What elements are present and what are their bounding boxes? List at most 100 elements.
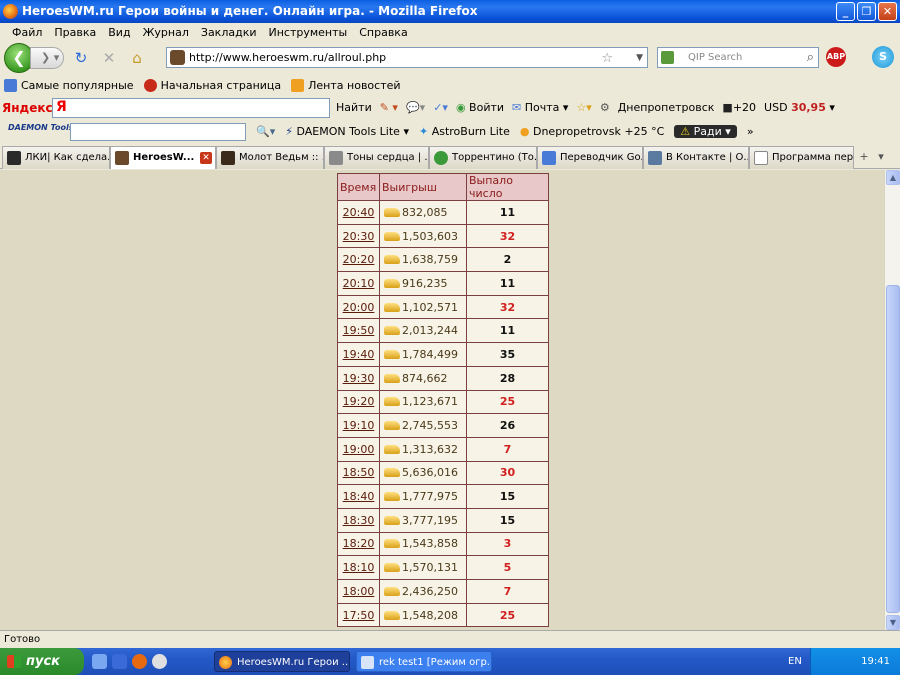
forward-button[interactable]: ❯ ▾ [30,46,64,69]
yandex-mail[interactable]: ✉ Почта ▾ [512,101,568,114]
yandex-city[interactable]: Днепропетровск [618,101,715,114]
number-cell: 5 [466,555,549,580]
number-cell: 32 [466,294,549,320]
tab-translate[interactable]: Переводчик Go... [537,146,643,169]
scroll-down-arrow[interactable]: ▼ [886,615,900,630]
time-link[interactable]: 20:00 [343,301,375,314]
time-link[interactable]: 19:00 [343,443,375,456]
maximize-button[interactable]: ❐ [857,2,876,21]
bookmark-most-visited[interactable]: Самые популярные [4,78,134,92]
url-dropdown-icon[interactable]: ▼ [636,49,643,68]
time-link[interactable]: 20:10 [343,277,375,290]
daemon-search-input[interactable] [70,123,246,141]
bookmark-star-icon[interactable]: ☆ [601,49,613,68]
daemon-weather[interactable]: ● Dnepropetrovsk +25 °C [520,125,664,138]
tab-program[interactable]: Программа пер... [749,146,854,169]
time-link[interactable]: 18:00 [343,585,375,598]
search-icon[interactable]: ⌕ [807,48,814,67]
vertical-scrollbar[interactable]: ▲ ▼ [884,170,900,630]
yandex-search-button[interactable]: Найти [336,101,372,114]
scroll-thumb[interactable] [886,285,900,613]
menu-edit[interactable]: Правка [48,26,102,39]
win-cell: 1,777,975 [379,484,467,509]
yandex-logo[interactable]: Яндекс [2,101,53,115]
tab-lki[interactable]: ЛКИ| Как сдела... [2,146,110,169]
tab-favicon [542,151,556,165]
time-link[interactable]: 19:10 [343,419,375,432]
win-value: 1,777,975 [402,490,458,504]
bookmark-news-feed[interactable]: Лента новостей [291,78,401,92]
time-link[interactable]: 19:30 [343,372,375,385]
reload-icon[interactable]: ↻ [70,47,92,69]
menu-history[interactable]: Журнал [137,26,195,39]
quicklaunch-icon[interactable] [112,654,127,669]
tab-label: HeroesW... [133,152,195,163]
yandex-chat-icon[interactable]: 💬▾ [406,101,425,114]
firefox-quicklaunch-icon[interactable] [132,654,147,669]
close-tab-icon[interactable]: ✕ [200,152,212,164]
daemon-search-icon[interactable]: 🔍▾ [256,125,275,138]
win-value: 2,436,250 [402,584,458,598]
tab-label: В Контакте | О... [666,152,749,163]
bookmark-start-page[interactable]: Начальная страница [143,78,281,92]
yandex-settings-icon[interactable]: ⚙ [600,101,610,114]
scroll-up-arrow[interactable]: ▲ [886,170,900,185]
close-button[interactable]: ✕ [878,2,897,21]
time-link[interactable]: 18:10 [343,561,375,574]
taskbar-word[interactable]: rek test1 [Режим огр... [356,651,492,672]
time-link[interactable]: 18:20 [343,537,375,550]
tab-vkontakte[interactable]: В Контакте | О... [643,146,749,169]
time-link[interactable]: 20:40 [343,206,375,219]
time-link[interactable]: 18:50 [343,466,375,479]
tab-label: Переводчик Go... [560,152,643,163]
skype-icon[interactable]: S [872,46,894,68]
menu-file[interactable]: Файл [6,26,48,39]
yandex-bookmark-icon[interactable]: ☆▾ [576,101,591,114]
address-bar[interactable]: http://www.heroeswm.ru/allroul.php ☆ ▼ [166,47,648,68]
time-link[interactable]: 18:40 [343,490,375,503]
time-link[interactable]: 19:50 [343,324,375,337]
language-indicator[interactable]: EN [788,648,802,675]
stop-icon[interactable]: ✕ [98,47,120,69]
yandex-currency[interactable]: USD 30,95 ▾ [764,101,835,114]
tab-heroeswm[interactable]: HeroesW... ✕ [110,146,216,169]
home-icon[interactable]: ⌂ [126,47,148,69]
menu-help[interactable]: Справка [353,26,413,39]
quicklaunch-icon[interactable] [92,654,107,669]
menu-bookmarks[interactable]: Закладки [195,26,263,39]
search-engine-icon[interactable] [661,51,674,64]
start-button[interactable]: пуск [0,648,84,675]
more-chevron-icon[interactable]: » [747,125,754,138]
time-link[interactable]: 20:30 [343,230,375,243]
tab-list-icon[interactable]: ▾ [874,145,888,168]
taskbar-firefox[interactable]: HeroesWM.ru Герои ... [214,651,350,672]
win-cell: 1,638,759 [379,247,467,273]
daemon-lite[interactable]: ⚡ DAEMON Tools Lite ▾ [285,125,409,138]
astroburn[interactable]: ✦ AstroBurn Lite [419,125,510,138]
quicklaunch-icon[interactable] [152,654,167,669]
new-tab-icon[interactable]: + [854,145,874,168]
radio-widget[interactable]: ⚠ Ради ▾ [674,125,737,138]
win-cell: 3,777,195 [379,507,467,533]
yandex-tools-icon[interactable]: ✎ ▾ [380,101,398,114]
yandex-login[interactable]: ◉ Войти [456,101,504,114]
tab-torrentino[interactable]: Торрентино (То... [429,146,537,169]
gold-icon [384,539,400,549]
time-link[interactable]: 19:40 [343,348,375,361]
minimize-button[interactable]: _ [836,2,855,21]
menu-tools[interactable]: Инструменты [263,26,354,39]
daemon-logo[interactable]: DAEMON Tools [8,123,73,132]
yandex-search-input[interactable]: Я [52,98,330,118]
time-link[interactable]: 20:20 [343,253,375,266]
tab-molot[interactable]: Молот Ведьм :: ... [216,146,324,169]
time-link[interactable]: 18:30 [343,514,375,527]
search-input[interactable]: QIP Search ⌕ [657,47,819,68]
menu-view[interactable]: Вид [102,26,136,39]
time-link[interactable]: 17:50 [343,609,375,622]
yandex-temp[interactable]: ■+20 [722,101,756,114]
time-link[interactable]: 19:20 [343,395,375,408]
table-row: 20:40 832,085 11 [337,200,549,225]
adblock-icon[interactable]: ABP [826,47,846,67]
yandex-check-icon[interactable]: ✓▾ [433,101,448,114]
tab-tony[interactable]: Тоны сердца | ... [324,146,429,169]
